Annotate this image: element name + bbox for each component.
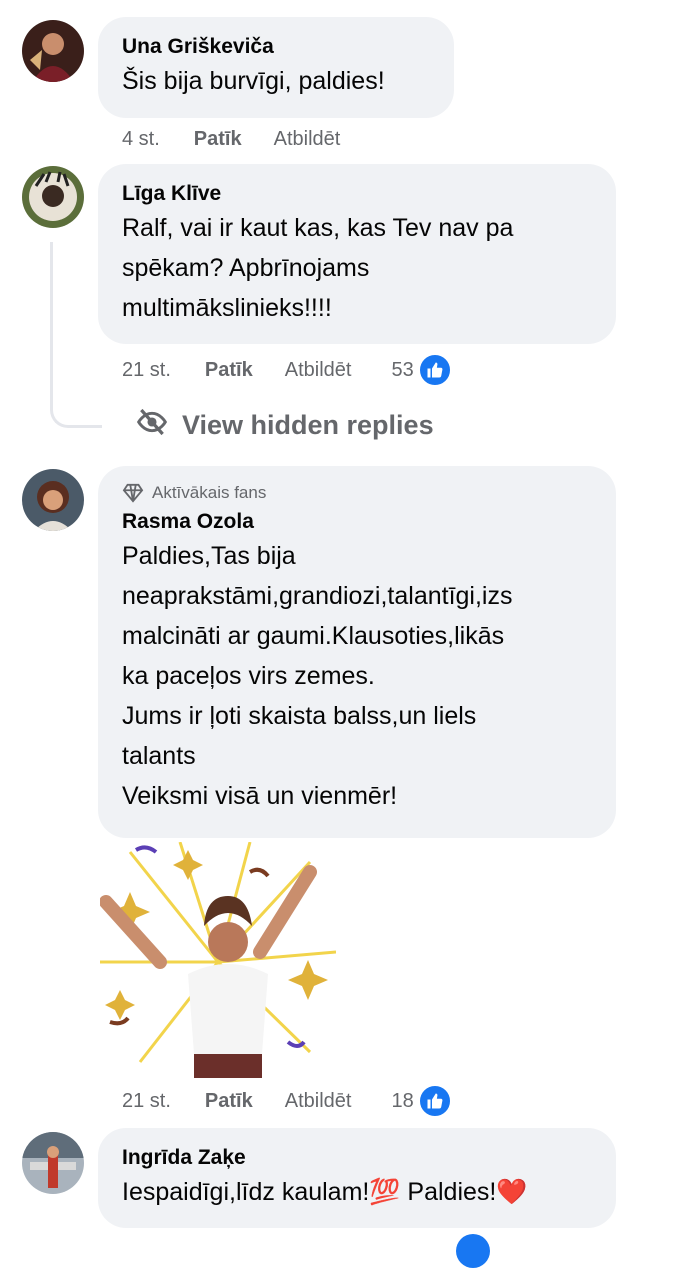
reply-button[interactable]: Atbildēt	[285, 359, 352, 382]
badge-label: Aktīvākais fans	[152, 483, 267, 502]
comment-bubble-1: Una Griškeviča Šis bija burvīgi, paldies…	[98, 17, 454, 118]
reaction-count[interactable]: 18	[391, 1090, 413, 1113]
avatar-una[interactable]	[22, 20, 84, 82]
reaction-count[interactable]: 53	[391, 359, 413, 382]
comment-bubble-2: Līga Klīve Ralf, vai ir kaut kas, kas Te…	[98, 164, 616, 344]
like-button[interactable]: Patīk	[205, 359, 253, 382]
comment-author[interactable]: Rasma Ozola	[122, 508, 592, 536]
avatar-liga[interactable]	[22, 166, 84, 228]
comment-actions-3: 21 st. Patīk Atbildēt 18	[122, 1084, 452, 1118]
comment-author[interactable]: Una Griškeviča	[122, 33, 430, 61]
view-hidden-replies-button[interactable]: View hidden replies	[136, 406, 434, 445]
avatar-ingrida[interactable]	[22, 1132, 84, 1194]
like-thumb-icon[interactable]	[456, 1234, 490, 1268]
comment-time[interactable]: 21 st.	[122, 359, 171, 382]
like-button[interactable]: Patīk	[205, 1090, 253, 1113]
celebration-sticker	[99, 841, 337, 1078]
comment-text: Šis bija burvīgi, paldies!	[122, 67, 385, 95]
comment-text: Ralf, vai ir kaut kas, kas Tev nav pa sp…	[122, 214, 514, 322]
eye-slash-icon	[136, 406, 182, 445]
comment-text: Iespaidīgi,līdz kaulam!💯 Paldies!❤️	[122, 1178, 528, 1206]
avatar-rasma[interactable]	[22, 469, 84, 531]
like-button[interactable]: Patīk	[194, 128, 242, 151]
hidden-replies-label: View hidden replies	[182, 410, 434, 440]
comment-text: Paldies,Tas bija neaprakstāmi,grandiozi,…	[122, 542, 513, 810]
comment-actions-1: 4 st. Patīk Atbildēt	[122, 122, 380, 156]
top-fan-badge: Aktīvākais fans	[122, 480, 592, 506]
comment-actions-2: 21 st. Patīk Atbildēt 53	[122, 353, 452, 387]
comment-bubble-4: Ingrīda Zaķe Iespaidīgi,līdz kaulam!💯 Pa…	[98, 1128, 616, 1228]
like-thumb-icon[interactable]	[417, 1084, 452, 1118]
comment-author[interactable]: Līga Klīve	[122, 180, 592, 208]
comment-time[interactable]: 21 st.	[122, 1090, 171, 1113]
like-thumb-icon[interactable]	[417, 353, 452, 387]
reply-button[interactable]: Atbildēt	[274, 128, 341, 151]
reply-button[interactable]: Atbildēt	[285, 1090, 352, 1113]
comment-author[interactable]: Ingrīda Zaķe	[122, 1144, 592, 1172]
comment-time[interactable]: 4 st.	[122, 128, 160, 151]
comment-bubble-3: Aktīvākais fans Rasma Ozola Paldies,Tas …	[98, 466, 616, 838]
diamond-icon	[122, 483, 144, 503]
reply-thread-line	[50, 242, 102, 428]
